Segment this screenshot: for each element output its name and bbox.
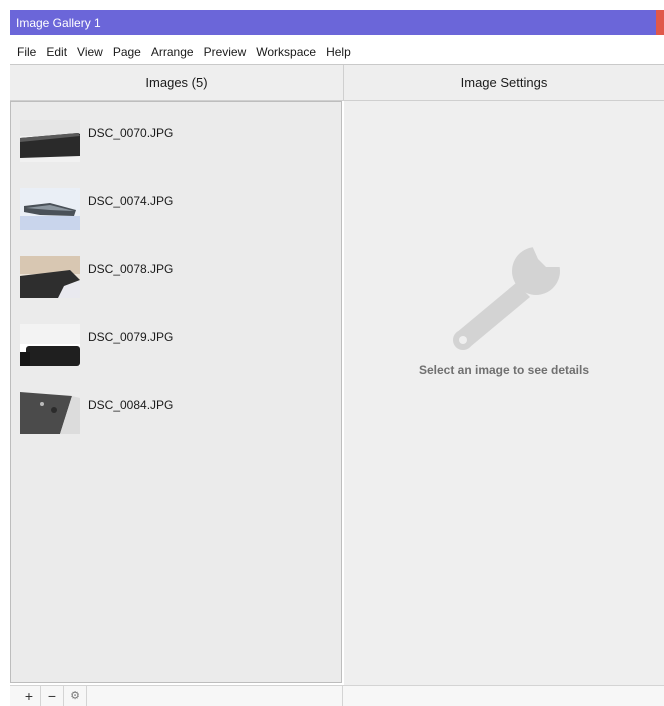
- menu-bar: File Edit View Page Arrange Preview Work…: [10, 43, 356, 61]
- image-thumbnail: [20, 392, 80, 434]
- list-item[interactable]: DSC_0079.JPG: [20, 324, 320, 368]
- image-thumbnail: [20, 324, 80, 366]
- settings-panel-header[interactable]: Image Settings: [344, 65, 664, 101]
- image-thumbnail: [20, 256, 80, 298]
- bottom-toolbar: + − ⚙: [10, 685, 664, 706]
- window-title: Image Gallery 1: [16, 16, 101, 30]
- list-item[interactable]: DSC_0074.JPG: [20, 188, 320, 232]
- image-thumbnail: [20, 120, 80, 162]
- images-panel-header[interactable]: Images (5): [10, 65, 344, 101]
- images-panel-title: Images (5): [145, 75, 208, 90]
- image-thumbnail: [20, 188, 80, 230]
- menu-page[interactable]: Page: [108, 43, 146, 61]
- add-image-button[interactable]: +: [18, 686, 41, 706]
- menu-file[interactable]: File: [10, 43, 41, 61]
- menu-workspace[interactable]: Workspace: [251, 43, 321, 61]
- image-filename: DSC_0079.JPG: [88, 330, 174, 344]
- close-button[interactable]: [656, 10, 664, 35]
- image-filename: DSC_0084.JPG: [88, 398, 174, 412]
- list-item[interactable]: DSC_0070.JPG: [20, 120, 320, 164]
- gear-icon: ⚙: [70, 690, 80, 702]
- image-filename: DSC_0070.JPG: [88, 126, 174, 140]
- settings-panel-title: Image Settings: [460, 75, 548, 90]
- image-options-button[interactable]: ⚙: [64, 686, 87, 706]
- main-area: Images (5) Image Settings DSC_0070.JPG D…: [10, 64, 664, 706]
- remove-image-button[interactable]: −: [41, 686, 64, 706]
- list-item[interactable]: DSC_0078.JPG: [20, 256, 320, 300]
- list-item[interactable]: DSC_0084.JPG: [20, 392, 320, 436]
- menu-view[interactable]: View: [72, 43, 108, 61]
- toolbar-divider: [342, 686, 343, 706]
- image-filename: DSC_0078.JPG: [88, 262, 174, 276]
- wrench-icon: [453, 241, 566, 350]
- title-bar: Image Gallery 1: [10, 10, 664, 35]
- image-list[interactable]: DSC_0070.JPG DSC_0074.JPG DSC_0078.JPG D…: [10, 101, 342, 683]
- image-settings-area: Select an image to see details: [344, 101, 664, 685]
- menu-edit[interactable]: Edit: [41, 43, 72, 61]
- menu-help[interactable]: Help: [321, 43, 356, 61]
- menu-preview[interactable]: Preview: [199, 43, 252, 61]
- image-filename: DSC_0074.JPG: [88, 194, 174, 208]
- menu-arrange[interactable]: Arrange: [146, 43, 199, 61]
- empty-state-message: Select an image to see details: [418, 363, 590, 377]
